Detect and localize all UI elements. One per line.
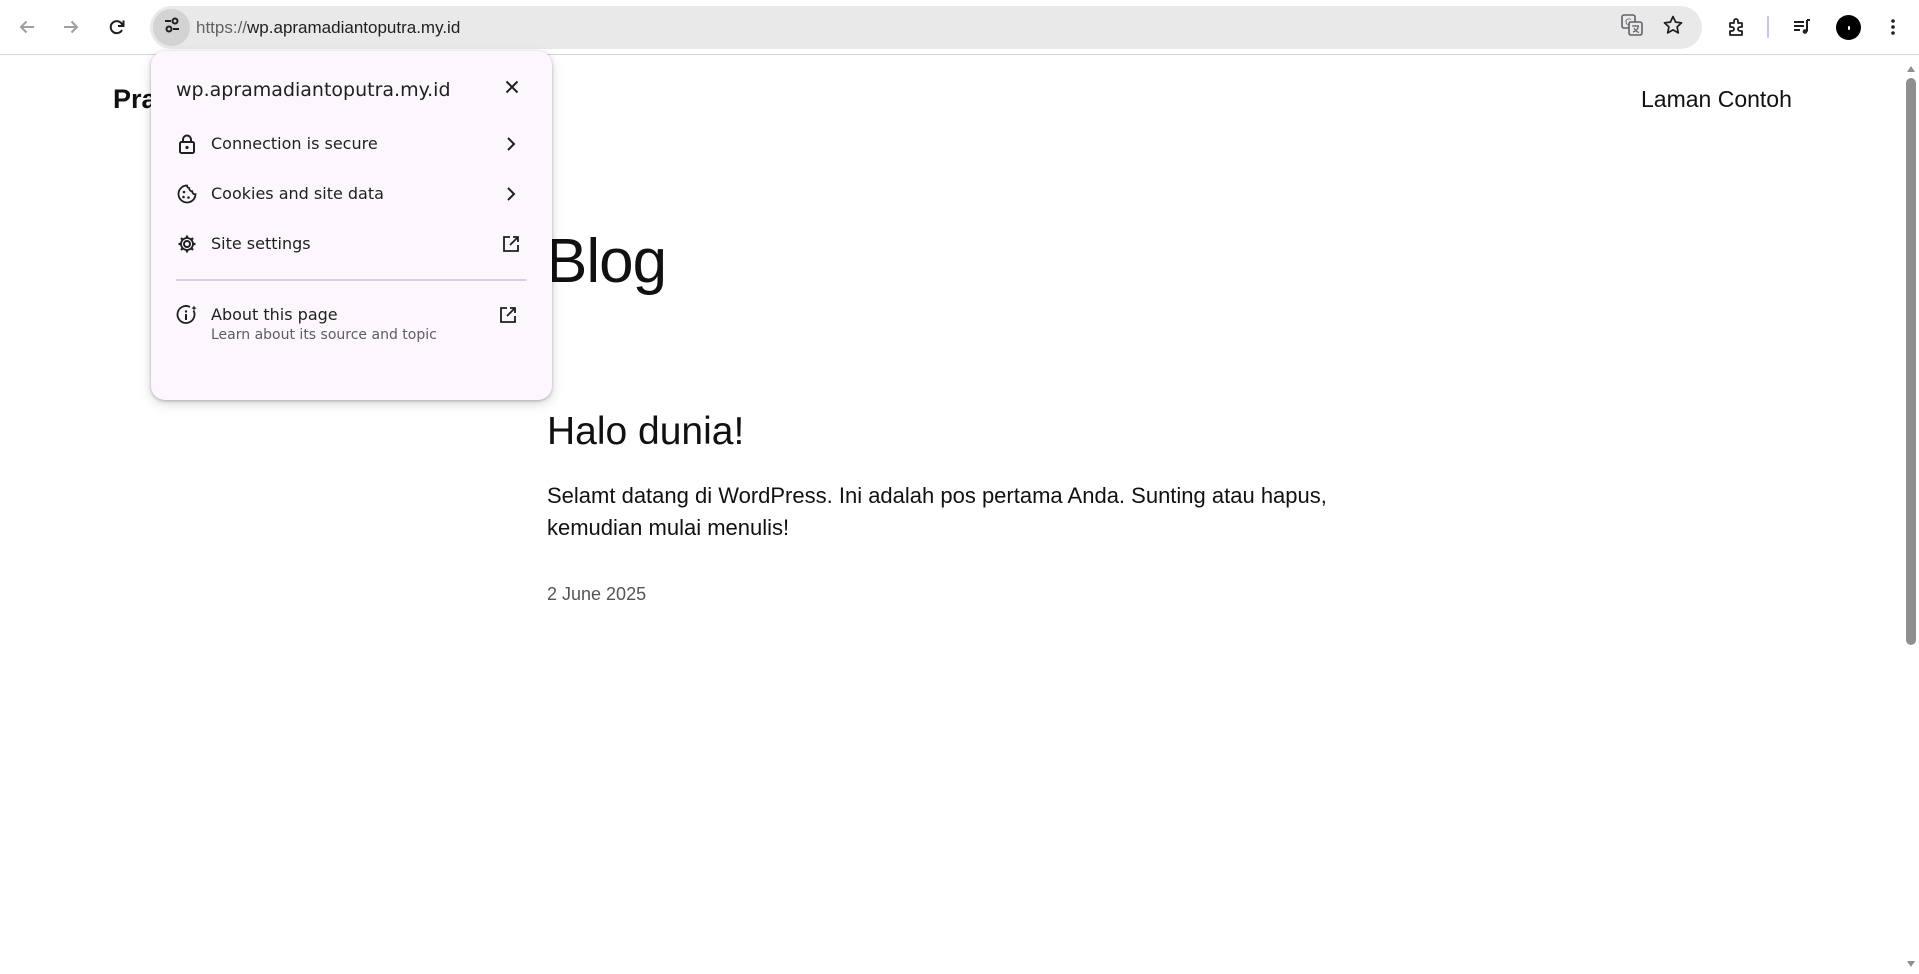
- chevron-right-icon: [501, 184, 521, 204]
- avatar-mark: [1847, 25, 1850, 30]
- open-in-new-icon: [498, 305, 518, 325]
- puzzle-icon: [1726, 16, 1748, 38]
- translate-icon: G: [1620, 13, 1644, 42]
- translate-button[interactable]: G: [1615, 11, 1648, 44]
- post-excerpt: Selamt datang di WordPress. Ini adalah p…: [547, 483, 1327, 540]
- extensions-button[interactable]: [1719, 9, 1755, 45]
- toolbar-divider: [1767, 16, 1769, 38]
- about-page-item[interactable]: About this page Learn about its source a…: [151, 293, 552, 353]
- about-page-sublabel: Learn about its source and topic: [211, 327, 437, 343]
- back-button[interactable]: [9, 9, 45, 45]
- media-controls-button[interactable]: [1784, 9, 1820, 45]
- scroll-down-icon[interactable]: [1906, 956, 1916, 967]
- forward-button[interactable]: [53, 9, 89, 45]
- url-host: wp.apramadiantoputra.my.id: [247, 18, 461, 37]
- reload-button[interactable]: [99, 9, 135, 45]
- page-title: Blog: [546, 227, 667, 296]
- page-scrollbar[interactable]: [1903, 56, 1919, 969]
- browser-toolbar: https://wp.apramadiantoputra.my.id G: [0, 0, 1919, 55]
- post-title[interactable]: Halo dunia!: [547, 410, 744, 454]
- cookies-label: Cookies and site data: [211, 184, 384, 203]
- site-info-popup: wp.apramadiantoputra.my.id Connection is…: [151, 51, 552, 400]
- tune-icon: [162, 15, 182, 40]
- lock-icon: [176, 133, 198, 155]
- gear-icon: [176, 233, 198, 255]
- cookie-icon: [176, 183, 198, 205]
- chevron-right-icon: [501, 134, 521, 154]
- connection-secure-item[interactable]: Connection is secure: [151, 122, 552, 166]
- about-page-label: About this page: [211, 305, 338, 324]
- nav-link-laman-contoh[interactable]: Laman Contoh: [1641, 86, 1792, 113]
- popup-domain: wp.apramadiantoputra.my.id: [176, 79, 451, 101]
- popup-divider: [176, 279, 526, 281]
- info-spark-icon: [176, 304, 198, 326]
- url-text[interactable]: https://wp.apramadiantoputra.my.id: [196, 6, 460, 49]
- bookmark-button[interactable]: [1656, 11, 1689, 44]
- avatar[interactable]: [1836, 15, 1861, 40]
- open-in-new-icon: [501, 234, 521, 254]
- url-scheme: https://: [196, 18, 248, 37]
- queue-music-icon: [1791, 16, 1813, 38]
- cookies-item[interactable]: Cookies and site data: [151, 172, 552, 216]
- browser-menu-button[interactable]: [1875, 9, 1911, 45]
- arrow-right-icon: [61, 17, 81, 37]
- address-bar[interactable]: https://wp.apramadiantoputra.my.id G: [150, 6, 1702, 49]
- site-settings-label: Site settings: [211, 234, 311, 253]
- scroll-up-icon[interactable]: [1906, 61, 1916, 72]
- kebab-menu-icon: [1883, 17, 1903, 37]
- arrow-left-icon: [17, 17, 37, 37]
- close-button[interactable]: [498, 75, 526, 103]
- post-date[interactable]: 2 June 2025: [547, 584, 646, 605]
- star-icon: [1662, 14, 1684, 41]
- close-icon: [504, 79, 520, 99]
- reload-icon: [107, 17, 127, 37]
- connection-secure-label: Connection is secure: [211, 134, 378, 153]
- site-info-button[interactable]: [153, 9, 190, 46]
- site-title[interactable]: Pra: [113, 84, 157, 115]
- site-settings-item[interactable]: Site settings: [151, 222, 552, 266]
- scroll-thumb[interactable]: [1906, 78, 1916, 645]
